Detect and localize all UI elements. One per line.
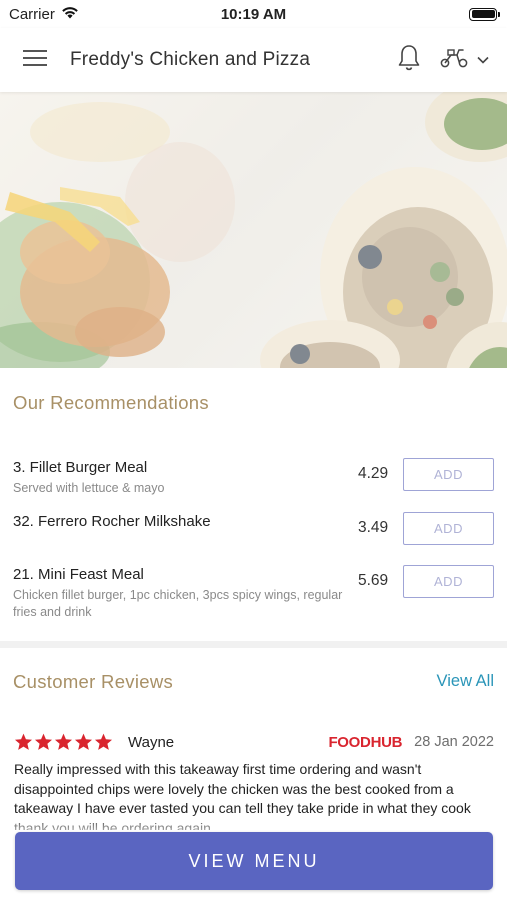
status-bar: Carrier 10:19 AM bbox=[0, 0, 507, 28]
delivery-mode-selector[interactable] bbox=[429, 28, 499, 92]
hero-overlay bbox=[0, 92, 507, 368]
bell-icon bbox=[397, 44, 421, 77]
scooter-icon bbox=[439, 47, 469, 74]
item-name: 3. Fillet Burger Meal bbox=[13, 459, 148, 476]
notifications-button[interactable] bbox=[389, 28, 429, 92]
view-menu-button[interactable]: VIEW MENU bbox=[15, 832, 493, 890]
menu-button[interactable] bbox=[0, 28, 70, 92]
app-header: Freddy's Chicken and Pizza bbox=[0, 28, 507, 92]
item-name: 21. Mini Feast Meal bbox=[13, 566, 144, 583]
add-button[interactable]: ADD bbox=[403, 512, 494, 545]
hamburger-menu-icon bbox=[23, 49, 47, 72]
reviews-title: Customer Reviews bbox=[13, 671, 174, 692]
item-description: Served with lettuce & mayo bbox=[13, 481, 165, 495]
item-price: 3.49 bbox=[358, 519, 389, 536]
battery-icon bbox=[469, 7, 500, 21]
add-button[interactable]: ADD bbox=[403, 458, 494, 491]
star-icon bbox=[74, 733, 93, 750]
star-rating bbox=[14, 733, 113, 751]
star-icon bbox=[54, 733, 73, 750]
reviewer-name: Wayne bbox=[128, 733, 175, 751]
hero-food-image bbox=[0, 92, 507, 368]
review-header: Wayne FOODHUB 28 Jan 2022 bbox=[14, 731, 494, 753]
app-screen: Carrier 10:19 AM Freddy's Chicken and Pi… bbox=[0, 0, 507, 900]
item-name: 32. Ferrero Rocher Milkshake bbox=[13, 513, 211, 530]
chevron-down-icon bbox=[477, 51, 489, 69]
review-date: 28 Jan 2022 bbox=[414, 734, 494, 750]
foodhub-logo: FOODHUB bbox=[328, 733, 403, 751]
star-icon bbox=[34, 733, 53, 750]
view-all-reviews-link[interactable]: View All bbox=[437, 672, 494, 691]
restaurant-title: Freddy's Chicken and Pizza bbox=[70, 49, 311, 70]
status-time: 10:19 AM bbox=[220, 5, 287, 23]
star-icon bbox=[14, 733, 33, 750]
add-button[interactable]: ADD bbox=[403, 565, 494, 598]
section-divider bbox=[0, 641, 507, 648]
recommendations-title: Our Recommendations bbox=[13, 392, 209, 413]
item-price: 4.29 bbox=[358, 465, 389, 482]
item-description: Chicken fillet burger, 1pc chicken, 3pcs… bbox=[13, 588, 343, 619]
item-price: 5.69 bbox=[358, 572, 389, 589]
star-icon bbox=[94, 733, 113, 750]
